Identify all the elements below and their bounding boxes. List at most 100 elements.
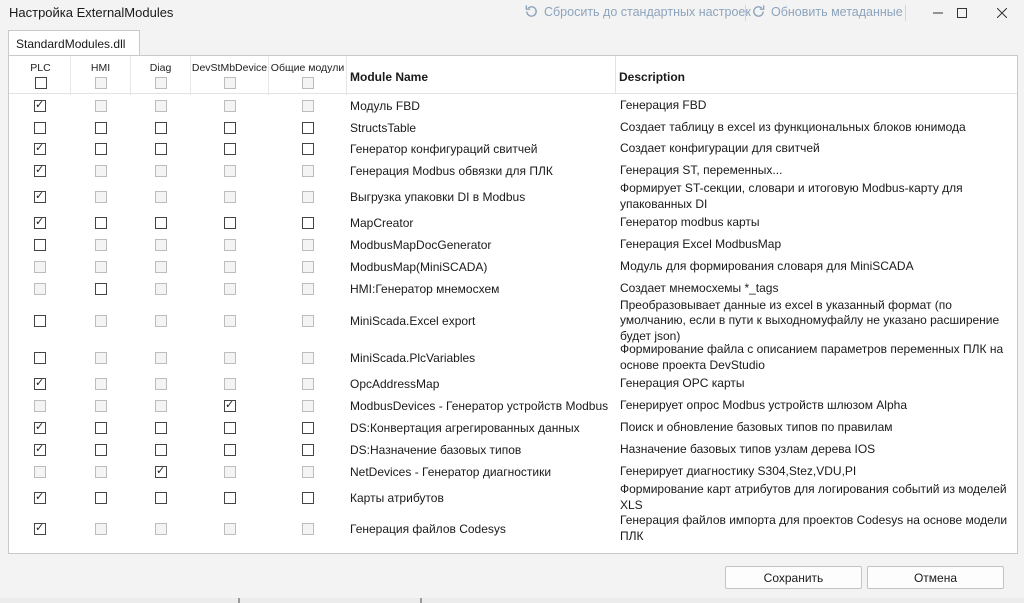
module-description: Генерация ST, переменных...	[620, 162, 783, 177]
module-checkbox[interactable]	[95, 422, 107, 434]
module-checkbox[interactable]	[224, 491, 236, 504]
maximize-button[interactable]	[940, 0, 984, 26]
save-button[interactable]: Сохранить	[725, 566, 862, 589]
module-checkbox[interactable]	[34, 163, 46, 177]
module-checkbox[interactable]	[224, 398, 236, 412]
refresh-metadata-button[interactable]: Обновить метаданные	[751, 4, 903, 19]
module-description: Поиск и обновление базовых типов по прав…	[620, 420, 893, 435]
module-checkbox[interactable]	[224, 121, 236, 134]
module-checkbox[interactable]	[34, 98, 46, 112]
reset-icon	[525, 5, 537, 17]
cancel-button[interactable]: Отмена	[867, 566, 1004, 589]
close-button[interactable]	[980, 0, 1024, 26]
module-checkbox[interactable]	[302, 491, 314, 504]
module-checkbox[interactable]	[302, 444, 314, 456]
header-checkbox[interactable]	[34, 77, 47, 89]
header-checkbox[interactable]	[223, 77, 236, 89]
module-description: Генерирует диагностику S304,Stez,VDU,PI	[620, 463, 857, 478]
module-checkbox[interactable]	[34, 521, 46, 535]
header-checkbox[interactable]	[94, 77, 107, 89]
module-checkbox[interactable]	[155, 464, 167, 478]
module-checkbox[interactable]	[155, 422, 167, 434]
module-checkbox[interactable]	[95, 217, 107, 229]
column-header-devstmbdevice: DevStMbDevice	[191, 56, 269, 95]
module-description: Генерация файлов импорта для проектов Co…	[620, 513, 1008, 543]
checkbox-cell	[34, 300, 46, 342]
module-checkbox[interactable]	[95, 491, 107, 504]
module-checkbox[interactable]	[95, 283, 107, 295]
module-checkbox[interactable]	[95, 121, 107, 134]
module-checkbox[interactable]	[224, 444, 236, 456]
table-row[interactable]: ModbusMap(MiniSCADA) Модуль для формирова…	[9, 256, 1017, 278]
taskbar-strip	[0, 598, 1024, 603]
module-checkbox[interactable]	[34, 121, 46, 134]
module-checkbox[interactable]	[34, 442, 46, 456]
tab-standard-modules[interactable]: StandardModules.dll	[8, 30, 140, 56]
module-checkbox[interactable]	[302, 143, 314, 155]
module-checkbox[interactable]	[155, 217, 167, 229]
table-row[interactable]: ModbusMapDocGenerator Генерация Excel Mod…	[9, 234, 1017, 256]
module-checkbox[interactable]	[34, 490, 46, 504]
checkbox-cell	[224, 117, 236, 138]
module-description: Создает конфигурации для свитчей	[620, 141, 820, 156]
table-row[interactable]: DS:Назначение базовых типов Назначение ба…	[9, 439, 1017, 461]
header-checkbox[interactable]	[154, 77, 167, 89]
module-checkbox[interactable]	[224, 143, 236, 155]
module-checkbox[interactable]	[302, 121, 314, 134]
checkbox-cell	[224, 181, 236, 212]
reset-defaults-button[interactable]: Сбросить до стандартных настроек	[524, 4, 751, 19]
table-row[interactable]: OpcAddressMap Генерация OPC карты	[9, 373, 1017, 395]
column-header-module-name[interactable]: Module Name	[344, 56, 614, 95]
module-checkbox[interactable]	[34, 351, 46, 364]
table-row[interactable]: Генерация Modbus обвязки для ПЛК Генераци…	[9, 160, 1017, 181]
module-checkbox[interactable]	[302, 422, 314, 434]
module-checkbox[interactable]	[34, 315, 46, 327]
module-checkbox[interactable]	[34, 420, 46, 434]
table-row[interactable]: ModbusDevices - Генератор устройств Modb…	[9, 395, 1017, 417]
module-checkbox[interactable]	[302, 217, 314, 229]
module-checkbox	[34, 261, 46, 273]
module-checkbox[interactable]	[224, 422, 236, 434]
module-name: OpcAddressMap	[350, 377, 440, 391]
column-header-description[interactable]: Description	[613, 56, 1013, 95]
module-checkbox[interactable]	[155, 491, 167, 504]
checkbox-cell	[155, 417, 167, 439]
module-name: NetDevices - Генератор диагностики	[350, 464, 552, 479]
table-row[interactable]: Генерация файлов Codesys Генерация файлов…	[9, 513, 1017, 544]
module-checkbox[interactable]	[34, 376, 46, 390]
checkbox-cell	[155, 482, 167, 513]
module-checkbox[interactable]	[155, 143, 167, 155]
module-checkbox[interactable]	[34, 215, 46, 229]
module-checkbox	[155, 378, 167, 390]
table-row[interactable]: Выгрузка упаковки DI в Modbus Формирует S…	[9, 181, 1017, 212]
checkbox-cell	[224, 138, 236, 160]
module-checkbox[interactable]	[34, 141, 46, 155]
table-row[interactable]: Генератор конфигураций свитчей Создает ко…	[9, 138, 1017, 160]
header-checkbox[interactable]	[301, 77, 314, 89]
module-checkbox	[224, 351, 236, 364]
module-checkbox	[224, 378, 236, 390]
checkbox-cell	[34, 395, 46, 417]
table-row[interactable]: Модуль FBD Генерация FBD	[9, 95, 1017, 117]
table-row[interactable]: DS:Конвертация агрегированных данных Поис…	[9, 417, 1017, 439]
table-row[interactable]: MiniScada.Excel export Преобразовывает да…	[9, 298, 1017, 343]
checkbox-cell	[302, 181, 314, 212]
module-checkbox[interactable]	[34, 239, 46, 251]
checkbox-cell	[155, 342, 167, 373]
module-checkbox[interactable]	[155, 121, 167, 134]
table-row[interactable]: StructsTable Создает таблицу в excel из ф…	[9, 117, 1017, 138]
module-checkbox[interactable]	[95, 143, 107, 155]
checkbox-cell	[95, 395, 107, 417]
table-row[interactable]: MiniScada.PlcVariables Формирование файла…	[9, 342, 1017, 373]
column-header-plc: PLC	[11, 56, 71, 95]
module-checkbox[interactable]	[155, 444, 167, 456]
module-checkbox[interactable]	[224, 217, 236, 229]
checkbox-cell	[302, 256, 314, 278]
table-row[interactable]: Карты атрибутов Формирование карт атрибут…	[9, 482, 1017, 513]
module-checkbox[interactable]	[95, 444, 107, 456]
table-row[interactable]: HMI:Генератор мнемосхем Создает мнемосхем…	[9, 278, 1017, 300]
module-checkbox[interactable]	[34, 189, 46, 203]
checkbox-cell	[34, 212, 46, 234]
table-row[interactable]: MapCreator Генератор modbus карты	[9, 212, 1017, 234]
table-row[interactable]: NetDevices - Генератор диагностики Генери…	[9, 461, 1017, 482]
